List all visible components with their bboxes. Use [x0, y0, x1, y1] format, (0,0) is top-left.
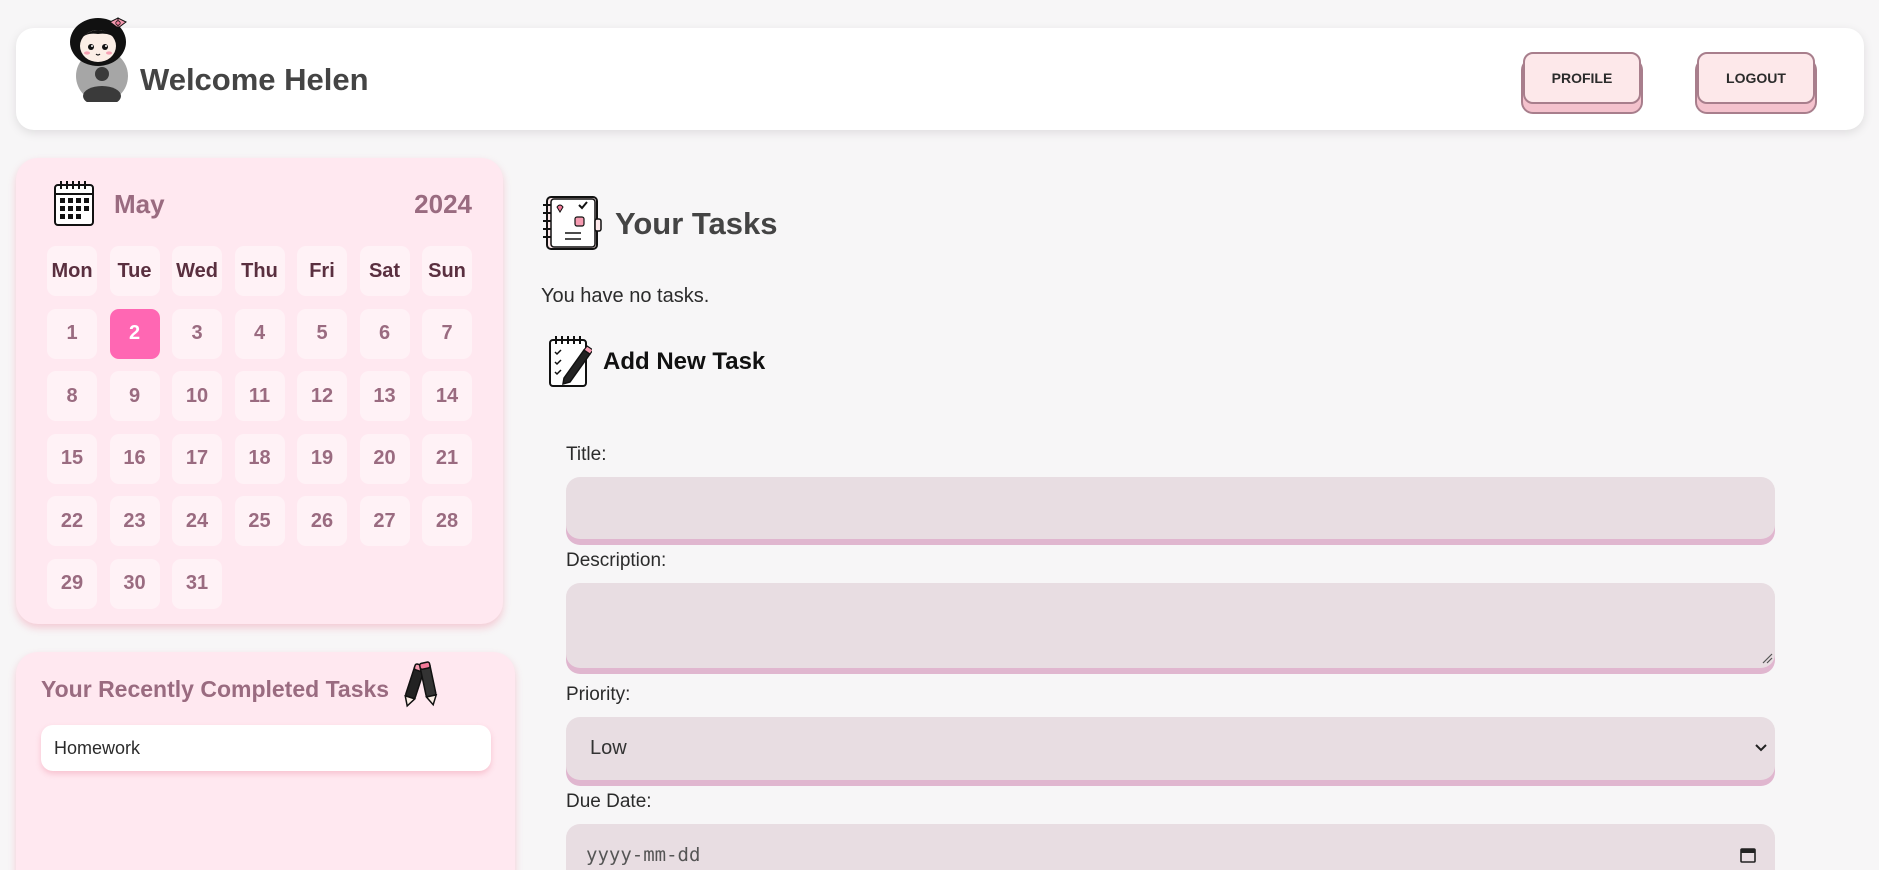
calendar-day[interactable]: 30 [109, 558, 160, 609]
calendar-day[interactable]: 17 [172, 433, 222, 484]
title-label: Title: [566, 444, 607, 465]
calendar-day[interactable]: 18 [234, 433, 285, 484]
calendar-day[interactable]: 29 [47, 558, 97, 609]
no-tasks-message: You have no tasks. [541, 285, 710, 307]
chevron-down-icon [1755, 744, 1767, 752]
calendar-day[interactable]: 1 [47, 308, 97, 359]
calendar-day[interactable]: 31 [172, 558, 222, 609]
weekday-header: Tue [109, 246, 160, 296]
add-task-heading: Add New Task [603, 348, 766, 375]
due-date-input[interactable]: yyyy-mm-dd [566, 824, 1775, 870]
calendar-day[interactable]: 19 [297, 433, 347, 484]
calendar-day[interactable]: 16 [109, 433, 160, 484]
calendar-day[interactable]: 13 [359, 371, 410, 421]
due-date-label: Due Date: [566, 791, 652, 812]
weekday-header: Wed [172, 246, 222, 296]
welcome-heading: Welcome Helen [140, 62, 369, 97]
resize-handle-icon[interactable] [1761, 652, 1773, 664]
weekday-header: Sun [422, 246, 472, 296]
weekday-header: Fri [297, 246, 347, 296]
priority-value: Low [590, 737, 627, 759]
calendar-day[interactable]: 12 [297, 371, 347, 421]
description-textarea[interactable] [566, 583, 1775, 668]
calendar-card: May 2024 Mon Tue Wed Thu Fri Sat Sun 1 2… [16, 158, 503, 624]
due-date-placeholder: yyyy-mm-dd [586, 844, 701, 866]
calendar-day[interactable]: 4 [234, 308, 285, 359]
calendar-grid: Mon Tue Wed Thu Fri Sat Sun 1 2 3 4 5 6 … [47, 246, 472, 609]
logout-button[interactable]: LOGOUT [1697, 52, 1815, 104]
calendar-day[interactable]: 28 [422, 496, 472, 546]
your-tasks-heading: Your Tasks [615, 206, 778, 241]
calendar-day[interactable]: 23 [109, 496, 160, 546]
priority-label: Priority: [566, 684, 631, 705]
pencils-icon [404, 661, 438, 708]
completed-tasks-title: Your Recently Completed Tasks [41, 676, 390, 702]
weekday-header: Mon [47, 246, 97, 296]
calendar-month: May [114, 189, 165, 219]
calendar-day[interactable]: 5 [297, 308, 347, 359]
avatar-girl-icon [70, 17, 128, 102]
calendar-day[interactable]: 25 [234, 496, 285, 546]
calendar-day[interactable]: 8 [47, 371, 97, 421]
description-label: Description: [566, 550, 667, 571]
calendar-year: 2024 [414, 189, 472, 219]
calendar-day[interactable]: 15 [47, 433, 97, 484]
calendar-day[interactable]: 27 [359, 496, 410, 546]
calendar-day[interactable]: 6 [359, 308, 410, 359]
weekday-header: Sat [359, 246, 410, 296]
title-input[interactable] [566, 477, 1775, 539]
calendar-day[interactable]: 24 [172, 496, 222, 546]
calendar-day[interactable]: 20 [359, 433, 410, 484]
calendar-day[interactable]: 11 [234, 371, 285, 421]
calendar-day-today[interactable]: 2 [109, 308, 160, 359]
calendar-day[interactable]: 14 [422, 371, 472, 421]
calendar-day[interactable]: 21 [422, 433, 472, 484]
weekday-header: Thu [234, 246, 285, 296]
calendar-day[interactable]: 7 [422, 308, 472, 359]
calendar-picker-icon[interactable] [1739, 846, 1757, 864]
completed-task-item[interactable]: Homework [41, 725, 491, 771]
top-header: Welcome Helen PROFILE LOGOUT [16, 17, 1864, 130]
notebook-icon [543, 196, 602, 250]
profile-button[interactable]: PROFILE [1523, 52, 1641, 104]
completed-tasks-card: Your Recently Completed Tasks Homework [16, 652, 515, 870]
calendar-day[interactable]: 10 [172, 371, 222, 421]
calendar-day[interactable]: 22 [47, 496, 97, 546]
priority-select[interactable]: Low [566, 717, 1775, 780]
calendar-icon [54, 181, 94, 226]
notepad-pencil-icon [549, 336, 592, 387]
calendar-day[interactable]: 26 [297, 496, 347, 546]
calendar-day[interactable]: 3 [172, 308, 222, 359]
calendar-day[interactable]: 9 [109, 371, 160, 421]
